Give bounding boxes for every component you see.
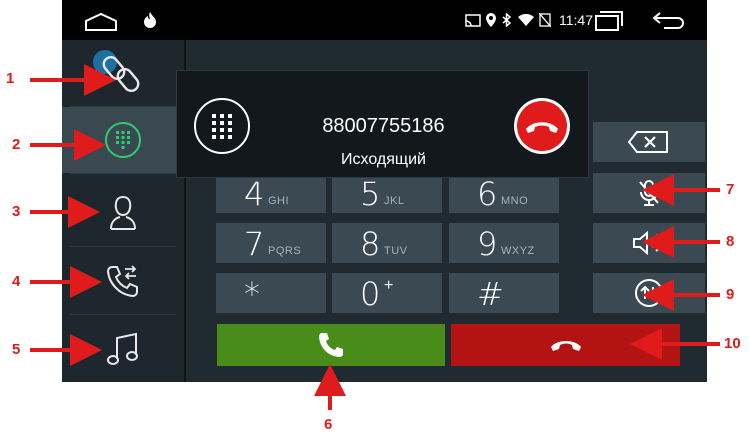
callout-number-7: 7	[726, 181, 735, 198]
callout-number-6: 6	[324, 416, 333, 433]
callout-number-1: 1	[6, 70, 15, 87]
callout-arrows	[30, 64, 720, 410]
callout-number-10: 10	[724, 335, 741, 352]
callout-number-9: 9	[726, 286, 735, 303]
callout-number-3: 3	[12, 203, 21, 220]
callout-number-8: 8	[726, 233, 735, 250]
callout-number-5: 5	[12, 341, 21, 358]
callout-number-2: 2	[12, 136, 21, 153]
callout-number-4: 4	[12, 273, 21, 290]
